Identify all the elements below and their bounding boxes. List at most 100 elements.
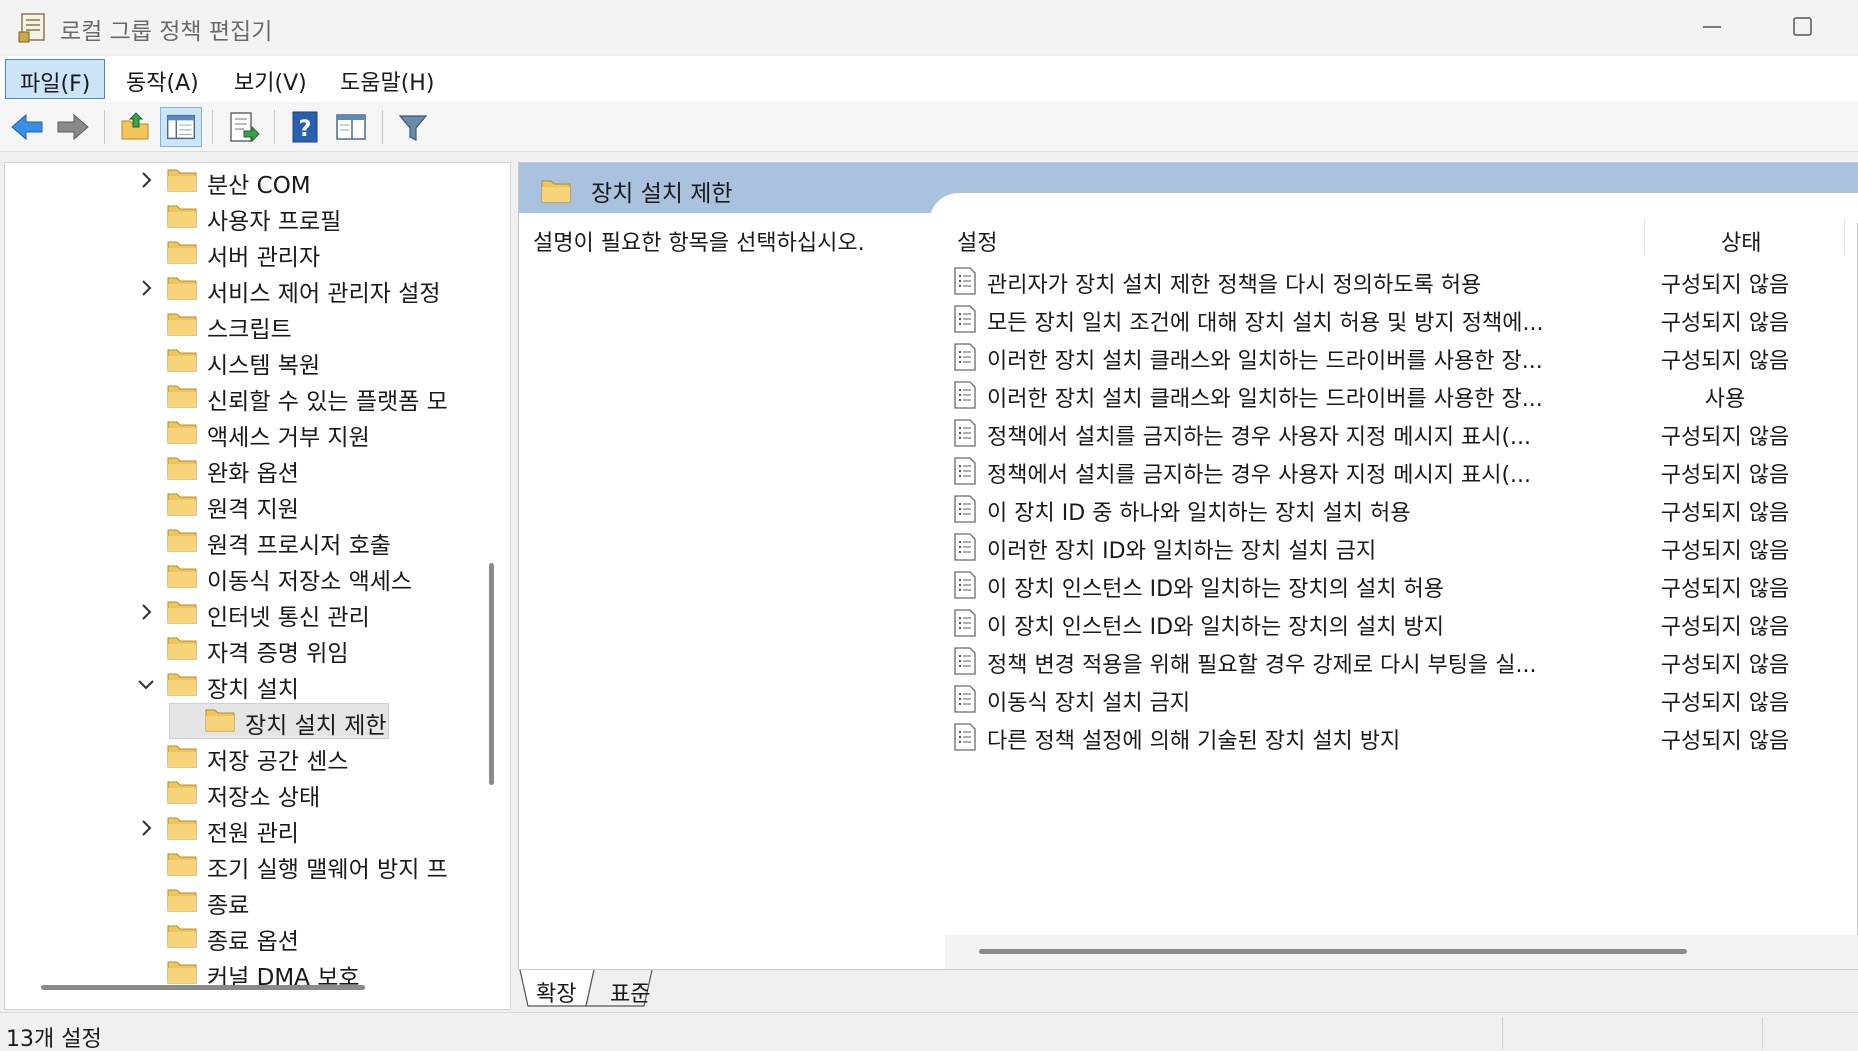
- column-header-setting[interactable]: 설정: [957, 225, 997, 257]
- policy-state: 구성되지 않음: [1660, 463, 1790, 488]
- tree-item-label: 자격 증명 위임: [207, 641, 349, 667]
- policy-setting-icon: [954, 647, 976, 675]
- tree-item[interactable]: 커널 DMA 보호: [135, 955, 505, 991]
- maximize-icon[interactable]: [1780, 8, 1824, 44]
- folder-icon: [167, 817, 197, 840]
- policy-name: 다른 정책 설정에 의해 기술된 장치 설치 방지: [987, 729, 1401, 754]
- folder-icon: [167, 853, 197, 876]
- column-header-state[interactable]: 상태: [1721, 225, 1761, 257]
- tree-item[interactable]: 조기 실행 맬웨어 방지 프: [135, 847, 505, 883]
- tree-item-label: 조기 실행 맬웨어 방지 프: [207, 857, 448, 883]
- status-bar: 13개 설정: [0, 1012, 1858, 1051]
- tree-item[interactable]: 장치 설치: [135, 667, 505, 703]
- tab-standard[interactable]: 표준: [610, 970, 650, 1008]
- tree-pane[interactable]: 분산 COM 사용자 프로필 서버 관리자 서비스 제어 관리자 설정스크립트 시스템 …: [4, 162, 511, 1010]
- folder-icon: [167, 493, 197, 516]
- forward-arrow-icon[interactable]: [52, 107, 94, 147]
- tree-item[interactable]: 시스템 복원: [135, 343, 505, 379]
- folder-icon: [167, 529, 197, 552]
- menu-file[interactable]: 파일(F): [5, 59, 106, 99]
- tree-item[interactable]: 분산 COM: [135, 163, 505, 199]
- chevron-right-icon[interactable]: [135, 817, 157, 839]
- tree-item[interactable]: 사용자 프로필: [135, 199, 505, 235]
- back-arrow-icon[interactable]: [6, 107, 48, 147]
- tree-item[interactable]: 완화 옵션: [135, 451, 505, 487]
- tree-item-label: 스크립트: [207, 317, 292, 343]
- policy-setting-icon: [954, 457, 976, 485]
- properties-view-icon[interactable]: [330, 107, 372, 147]
- tree-item[interactable]: 이동식 저장소 액세스: [135, 559, 505, 595]
- folder-icon: [167, 169, 197, 192]
- filter-icon[interactable]: [392, 107, 434, 147]
- chevron-right-icon[interactable]: [135, 601, 157, 623]
- tree-horizontal-scrollbar[interactable]: [41, 985, 365, 990]
- export-list-icon[interactable]: [222, 107, 264, 147]
- policy-row[interactable]: 정책에서 설치를 금지하는 경우 사용자 지정 메시지 표시(... 구성되지 않…: [953, 415, 1853, 451]
- policy-state: 구성되지 않음: [1660, 729, 1790, 754]
- policy-state: 구성되지 않음: [1660, 539, 1790, 564]
- policy-setting-icon: [954, 267, 976, 295]
- menu-help[interactable]: 도움말(H): [326, 59, 448, 99]
- up-folder-icon[interactable]: [114, 107, 156, 147]
- menu-action[interactable]: 동작(A): [112, 59, 213, 99]
- show-hide-tree-icon[interactable]: [160, 107, 202, 147]
- tree-item[interactable]: 전원 관리: [135, 811, 505, 847]
- policy-state: 구성되지 않음: [1660, 577, 1790, 602]
- policy-row[interactable]: 다른 정책 설정에 의해 기술된 장치 설치 방지 구성되지 않음: [953, 719, 1853, 755]
- policy-row[interactable]: 이동식 장치 설치 금지 구성되지 않음: [953, 681, 1853, 717]
- tree-item-label: 이동식 저장소 액세스: [207, 569, 413, 595]
- policy-row[interactable]: 모든 장치 일치 조건에 대해 장치 설치 허용 및 방지 정책에... 구성되지…: [953, 301, 1853, 337]
- policy-row[interactable]: 이러한 장치 ID와 일치하는 장치 설치 금지 구성되지 않음: [953, 529, 1853, 565]
- policy-name: 이 장치 인스턴스 ID와 일치하는 장치의 설치 방지: [987, 615, 1444, 640]
- chevron-down-icon[interactable]: [135, 673, 157, 695]
- folder-icon: [541, 180, 571, 203]
- tree-vertical-scrollbar[interactable]: [489, 563, 494, 785]
- folder-icon: [167, 637, 197, 660]
- policy-row[interactable]: 이 장치 ID 중 하나와 일치하는 장치 설치 허용 구성되지 않음: [953, 491, 1853, 527]
- tree-item-label: 사용자 프로필: [207, 209, 342, 235]
- folder-icon: [167, 241, 197, 264]
- status-text: 13개 설정: [6, 1027, 102, 1051]
- tree-item-label: 인터넷 통신 관리: [207, 605, 370, 631]
- folder-icon: [167, 385, 197, 408]
- folder-icon: [167, 457, 197, 480]
- tree-item[interactable]: 서비스 제어 관리자 설정: [135, 271, 505, 307]
- tree-item[interactable]: 신뢰할 수 있는 플랫폼 모: [135, 379, 505, 415]
- tree-item[interactable]: 장치 설치 제한: [135, 703, 505, 739]
- policy-row[interactable]: 관리자가 장치 설치 제한 정책을 다시 정의하도록 허용 구성되지 않음: [953, 263, 1853, 299]
- tree-item[interactable]: 저장 공간 센스: [135, 739, 505, 775]
- folder-icon: [167, 925, 197, 948]
- folder-icon: [167, 349, 197, 372]
- policy-state: 구성되지 않음: [1660, 615, 1790, 640]
- tree-item[interactable]: 스크립트: [135, 307, 505, 343]
- policy-state: 구성되지 않음: [1660, 653, 1790, 678]
- tree-item-label: 종료 옵션: [207, 929, 299, 955]
- tree-item[interactable]: 원격 지원: [135, 487, 505, 523]
- tree-item-label: 원격 지원: [207, 497, 299, 523]
- help-icon[interactable]: ?: [284, 107, 326, 147]
- menu-view[interactable]: 보기(V): [220, 59, 321, 99]
- tree-item[interactable]: 원격 프로시저 호출: [135, 523, 505, 559]
- tree-item[interactable]: 종료: [135, 883, 505, 919]
- policy-row[interactable]: 이러한 장치 설치 클래스와 일치하는 드라이버를 사용한 장... 사용: [953, 377, 1853, 413]
- tree-item[interactable]: 액세스 거부 지원: [135, 415, 505, 451]
- tree-item-label: 저장소 상태: [207, 785, 321, 811]
- policy-name: 정책에서 설치를 금지하는 경우 사용자 지정 메시지 표시(...: [987, 425, 1532, 450]
- tree-item[interactable]: 서버 관리자: [135, 235, 505, 271]
- policy-row[interactable]: 정책에서 설치를 금지하는 경우 사용자 지정 메시지 표시(... 구성되지 않…: [953, 453, 1853, 489]
- tree-item[interactable]: 저장소 상태: [135, 775, 505, 811]
- chevron-right-icon[interactable]: [135, 277, 157, 299]
- chevron-right-icon[interactable]: [135, 169, 157, 191]
- policy-row[interactable]: 이 장치 인스턴스 ID와 일치하는 장치의 설치 방지 구성되지 않음: [953, 605, 1853, 641]
- policy-row[interactable]: 정책 변경 적용을 위해 필요할 경우 강제로 다시 부팅을 실... 구성되지 …: [953, 643, 1853, 679]
- tree-item[interactable]: 종료 옵션: [135, 919, 505, 955]
- policy-row[interactable]: 이러한 장치 설치 클래스와 일치하는 드라이버를 사용한 장... 구성되지 않…: [953, 339, 1853, 375]
- tree-item[interactable]: 인터넷 통신 관리: [135, 595, 505, 631]
- minimize-icon[interactable]: [1690, 8, 1734, 44]
- policy-row[interactable]: 이 장치 인스턴스 ID와 일치하는 장치의 설치 허용 구성되지 않음: [953, 567, 1853, 603]
- policy-name: 이러한 장치 설치 클래스와 일치하는 드라이버를 사용한 장...: [987, 387, 1543, 412]
- tab-extended[interactable]: 확장: [536, 970, 576, 1008]
- details-horizontal-scrollbar[interactable]: [979, 949, 1687, 954]
- policy-setting-icon: [954, 419, 976, 447]
- tree-item[interactable]: 자격 증명 위임: [135, 631, 505, 667]
